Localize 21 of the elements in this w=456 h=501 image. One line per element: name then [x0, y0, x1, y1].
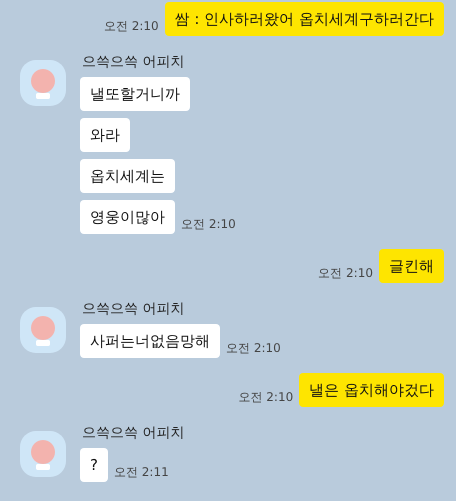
- message-time: 오전 2:10: [181, 216, 236, 233]
- message-time: 오전 2:10: [238, 389, 294, 406]
- message-bubble: 낼또할거니까: [80, 77, 190, 111]
- message-bubble: 와라: [80, 118, 130, 152]
- message-time: 오전 2:11: [114, 464, 169, 481]
- message-bubble: 쌈 : 인사하러왔어 옵치세계구하러간다: [164, 2, 444, 36]
- sender-name: 으쓱으쓱 어피치: [82, 53, 184, 71]
- message-bubble: 낼은 옵치해야겄다: [299, 373, 444, 407]
- sender-name: 으쓱으쓱 어피치: [82, 424, 184, 442]
- message-bubble: 글킨해: [379, 249, 444, 283]
- message-bubble: 영웅이많아: [80, 200, 175, 234]
- sender-name: 으쓱으쓱 어피치: [82, 300, 184, 318]
- message-time: 오전 2:10: [226, 340, 281, 357]
- message-bubble: 옵치세계는: [80, 159, 175, 193]
- avatar-icon[interactable]: [20, 307, 66, 353]
- avatar-icon[interactable]: [20, 431, 66, 477]
- message-bubble: 사퍼는너없음망해: [80, 324, 220, 358]
- message-bubble: ?: [80, 448, 108, 482]
- message-time: 오전 2:10: [318, 265, 373, 282]
- avatar-icon[interactable]: [20, 60, 66, 106]
- message-time: 오전 2:10: [104, 18, 159, 35]
